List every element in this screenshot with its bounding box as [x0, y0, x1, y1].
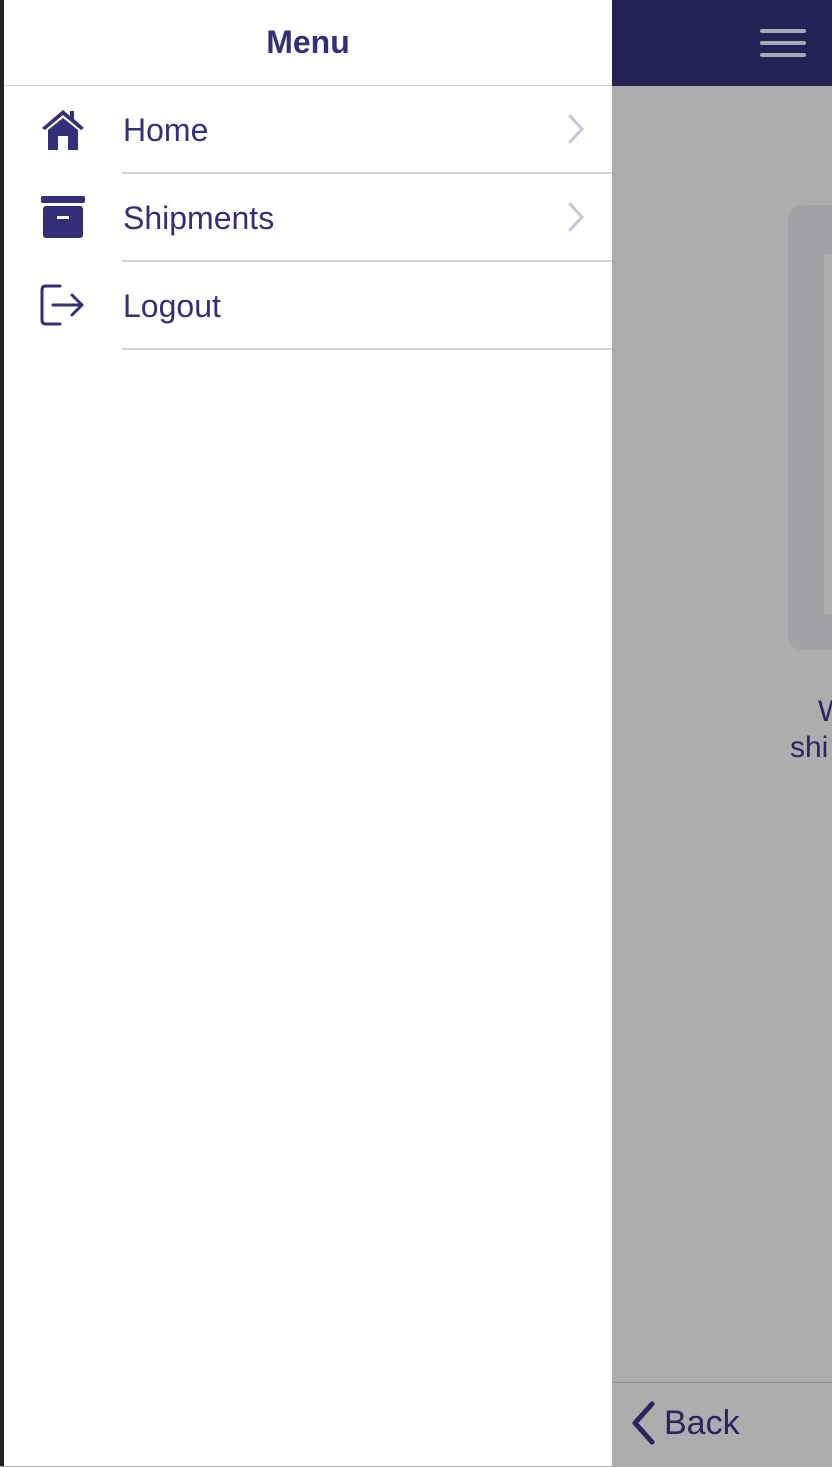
menu-item-shipments[interactable]: Shipments: [4, 174, 612, 262]
back-button[interactable]: Back: [630, 1401, 740, 1445]
menu-item-logout[interactable]: Logout: [4, 262, 612, 350]
chevron-left-icon: [632, 1401, 655, 1445]
background-illustration-inner: [824, 254, 832, 614]
back-label: Back: [664, 1403, 740, 1442]
app-header: [612, 0, 832, 86]
logout-icon: [40, 284, 84, 326]
drawer-title: Menu: [266, 24, 350, 60]
drawer-header: Menu: [4, 0, 612, 86]
divider: [122, 348, 612, 350]
menu-item-label: Home: [123, 111, 209, 148]
hamburger-menu-icon[interactable]: [760, 29, 806, 57]
chevron-right-icon: [568, 114, 584, 144]
menu-item-home[interactable]: Home: [4, 86, 612, 174]
background-message-line2: shi: [790, 731, 829, 764]
home-icon: [42, 110, 84, 150]
bottom-bar: Back: [612, 1382, 832, 1467]
background-message-line1: W: [790, 694, 832, 730]
menu-item-label: Logout: [123, 287, 221, 324]
menu-item-label: Shipments: [123, 199, 275, 236]
chevron-right-icon: [568, 202, 584, 232]
side-drawer: Menu Home Shipments Logout: [4, 0, 612, 1466]
archive-box-icon: [41, 196, 85, 238]
background-message: W shi: [790, 694, 832, 766]
